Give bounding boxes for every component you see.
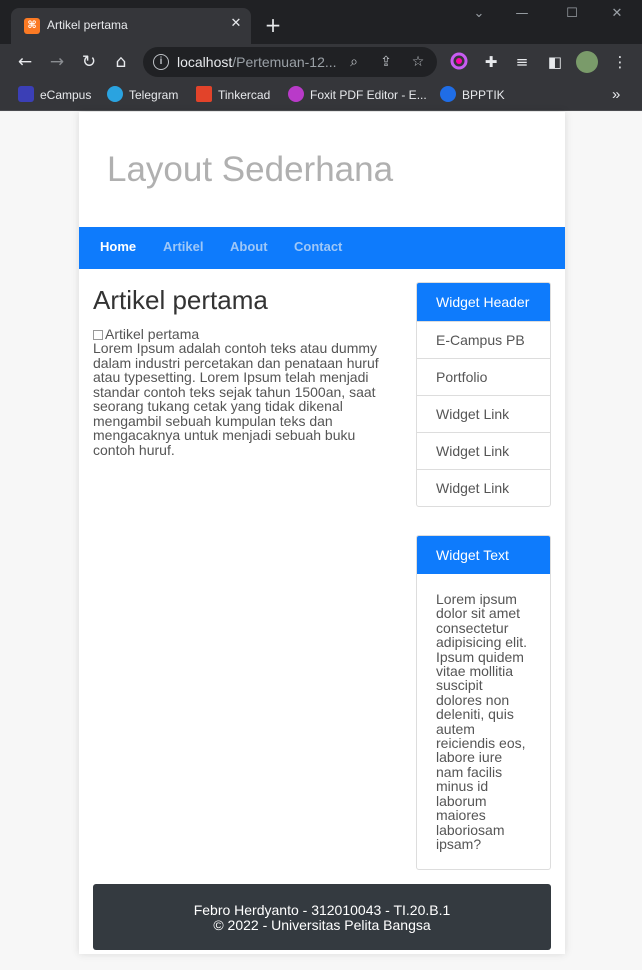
extensions-puzzle-icon[interactable]: ✚ <box>481 52 501 72</box>
widget-links: Widget Header E-Campus PB Portfolio Widg… <box>416 282 551 507</box>
bookmarks-bar: eCampus Telegram Tinkercad Foxit PDF Edi… <box>0 80 642 111</box>
page-container: Layout Sederhana Home Artikel About Cont… <box>79 112 565 954</box>
article-body: Lorem Ipsum adalah contoh teks atau dumm… <box>93 340 379 458</box>
bookmark-telegram[interactable]: Telegram <box>107 85 178 105</box>
footer-author: Febro Herdyanto - 312010043 - TI.20.B.1 <box>193 902 451 918</box>
nav-contact[interactable]: Contact <box>294 239 342 254</box>
side-panel-icon[interactable]: ◧ <box>545 52 565 72</box>
widget-header: Widget Header <box>417 283 550 321</box>
tinkercad-icon <box>196 86 212 102</box>
nav-about[interactable]: About <box>230 239 268 254</box>
bookmark-bpptik[interactable]: BPPTIK <box>440 85 505 105</box>
forward-button[interactable]: → <box>44 49 70 75</box>
footer-copyright: © 2022 - Universitas Pelita Bangsa <box>213 917 431 933</box>
window-close-button[interactable]: ✕ <box>605 6 629 26</box>
bpptik-icon <box>440 86 456 102</box>
xampp-icon: ⌘ <box>24 18 40 34</box>
browser-toolbar: ← → ↻ ⌂ i localhost/Pertemuan-12... ⌕ ⇪ … <box>0 44 642 80</box>
widget-link-portfolio[interactable]: Portfolio <box>417 358 550 395</box>
page-viewport: Layout Sederhana Home Artikel About Cont… <box>0 112 642 970</box>
info-icon[interactable]: i <box>153 54 169 70</box>
new-tab-button[interactable]: + <box>262 14 284 36</box>
widget-link[interactable]: Widget Link <box>417 432 550 469</box>
widget-text-header: Widget Text <box>417 536 550 574</box>
site-title: Layout Sederhana <box>107 150 394 189</box>
nav-home[interactable]: Home <box>100 239 136 254</box>
ecampus-icon <box>18 86 34 102</box>
extension-circle-icon[interactable] <box>449 52 469 72</box>
main-nav: Home Artikel About Contact <box>79 227 565 269</box>
reload-button[interactable]: ↻ <box>76 49 102 75</box>
home-button[interactable]: ⌂ <box>108 49 134 75</box>
foxit-icon <box>288 86 304 102</box>
share-icon[interactable]: ⇪ <box>375 51 397 73</box>
menu-kebab-icon[interactable]: ⋮ <box>610 52 630 72</box>
widget-text-box: Widget Text Lorem ipsum dolor sit amet c… <box>416 535 551 870</box>
back-button[interactable]: ← <box>12 49 38 75</box>
broken-image-icon <box>93 330 103 340</box>
url-text[interactable]: localhost/Pertemuan-12... <box>177 54 337 70</box>
chevron-down-icon[interactable]: ⌄ <box>467 6 491 26</box>
media-control-icon[interactable]: ≡ <box>512 52 532 72</box>
widget-link[interactable]: Widget Link <box>417 395 550 432</box>
widget-text-content: Lorem ipsum dolor sit amet consectetur a… <box>436 591 528 852</box>
nav-artikel[interactable]: Artikel <box>163 239 203 254</box>
article-title: Artikel pertama <box>93 285 268 315</box>
close-icon[interactable]: ✕ <box>227 15 245 33</box>
zoom-icon[interactable]: ⌕ <box>343 51 365 73</box>
profile-avatar[interactable] <box>576 51 598 73</box>
address-bar[interactable]: i localhost/Pertemuan-12... ⌕ ⇪ ☆ <box>143 47 437 77</box>
widget-link-ecampus[interactable]: E-Campus PB <box>417 321 550 358</box>
bookmark-ecampus[interactable]: eCampus <box>18 85 91 105</box>
maximize-button[interactable]: ☐ <box>560 6 584 26</box>
minimize-button[interactable]: — <box>510 6 534 26</box>
tab-title: Artikel pertama <box>47 18 128 32</box>
widget-link[interactable]: Widget Link <box>417 469 550 506</box>
bookmark-tinkercad[interactable]: Tinkercad <box>196 85 270 105</box>
more-bookmarks-button[interactable]: » <box>612 85 620 105</box>
bookmark-foxit[interactable]: Foxit PDF Editor - E... <box>288 85 427 105</box>
browser-tab[interactable]: ⌘ Artikel pertama ✕ <box>11 8 251 44</box>
site-footer: Febro Herdyanto - 312010043 - TI.20.B.1 … <box>93 884 551 950</box>
bookmark-star-icon[interactable]: ☆ <box>407 51 429 73</box>
telegram-icon <box>107 86 123 102</box>
browser-titlebar: ⌘ Artikel pertama ✕ + ⌄ — ☐ ✕ <box>0 0 642 44</box>
